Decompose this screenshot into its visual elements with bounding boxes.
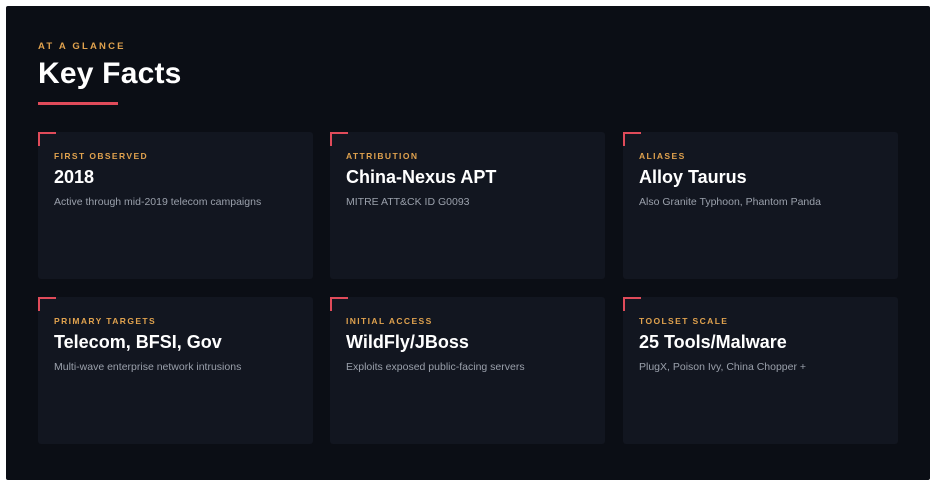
- card-corner-accent: [623, 132, 625, 146]
- card-label: PRIMARY TARGETS: [54, 316, 157, 326]
- card-corner-accent: [330, 297, 348, 299]
- card-description: PlugX, Poison Ivy, China Chopper +: [639, 361, 807, 373]
- card-corner-accent: [330, 132, 332, 146]
- card-value: China-Nexus APT: [346, 167, 497, 187]
- card-label: FIRST OBSERVED: [54, 151, 149, 161]
- fact-card-first-observed: FIRST OBSERVED 2018 Active through mid-2…: [38, 132, 313, 279]
- fact-card-attribution: ATTRIBUTION China-Nexus APT MITRE ATT&CK…: [330, 132, 605, 279]
- card-corner-accent: [38, 297, 40, 311]
- card-description: Exploits exposed public-facing servers: [346, 361, 525, 373]
- card-corner-accent: [330, 297, 332, 311]
- card-corner-accent: [623, 297, 641, 299]
- fact-card-initial-access: INITIAL ACCESS WildFly/JBoss Exploits ex…: [330, 297, 605, 444]
- card-corner-accent: [38, 132, 40, 146]
- card-corner-accent: [623, 297, 625, 311]
- card-label: TOOLSET SCALE: [639, 316, 729, 326]
- fact-card-primary-targets: PRIMARY TARGETS Telecom, BFSI, Gov Multi…: [38, 297, 313, 444]
- key-facts-panel: AT A GLANCE Key Facts FIRST OBSERVED 201…: [6, 6, 930, 480]
- card-label: ALIASES: [639, 151, 686, 161]
- section-eyebrow: AT A GLANCE: [38, 41, 126, 52]
- card-value: WildFly/JBoss: [346, 332, 469, 352]
- page-title: Key Facts: [38, 57, 182, 90]
- card-corner-accent: [38, 297, 56, 299]
- card-value: 25 Tools/Malware: [639, 332, 787, 352]
- card-label: ATTRIBUTION: [346, 151, 419, 161]
- card-value: Telecom, BFSI, Gov: [54, 332, 222, 352]
- card-description: Multi-wave enterprise network intrusions: [54, 361, 242, 373]
- card-description: Active through mid-2019 telecom campaign…: [54, 196, 262, 208]
- card-description: Also Granite Typhoon, Phantom Panda: [639, 196, 821, 208]
- card-value: 2018: [54, 167, 95, 187]
- card-value: Alloy Taurus: [639, 167, 747, 187]
- card-description: MITRE ATT&CK ID G0093: [346, 196, 470, 208]
- card-corner-accent: [623, 132, 641, 134]
- fact-card-toolset-scale: TOOLSET SCALE 25 Tools/Malware PlugX, Po…: [623, 297, 898, 444]
- card-label: INITIAL ACCESS: [346, 316, 433, 326]
- title-underline: [38, 102, 118, 105]
- card-corner-accent: [330, 132, 348, 134]
- card-corner-accent: [38, 132, 56, 134]
- fact-card-aliases: ALIASES Alloy Taurus Also Granite Typhoo…: [623, 132, 898, 279]
